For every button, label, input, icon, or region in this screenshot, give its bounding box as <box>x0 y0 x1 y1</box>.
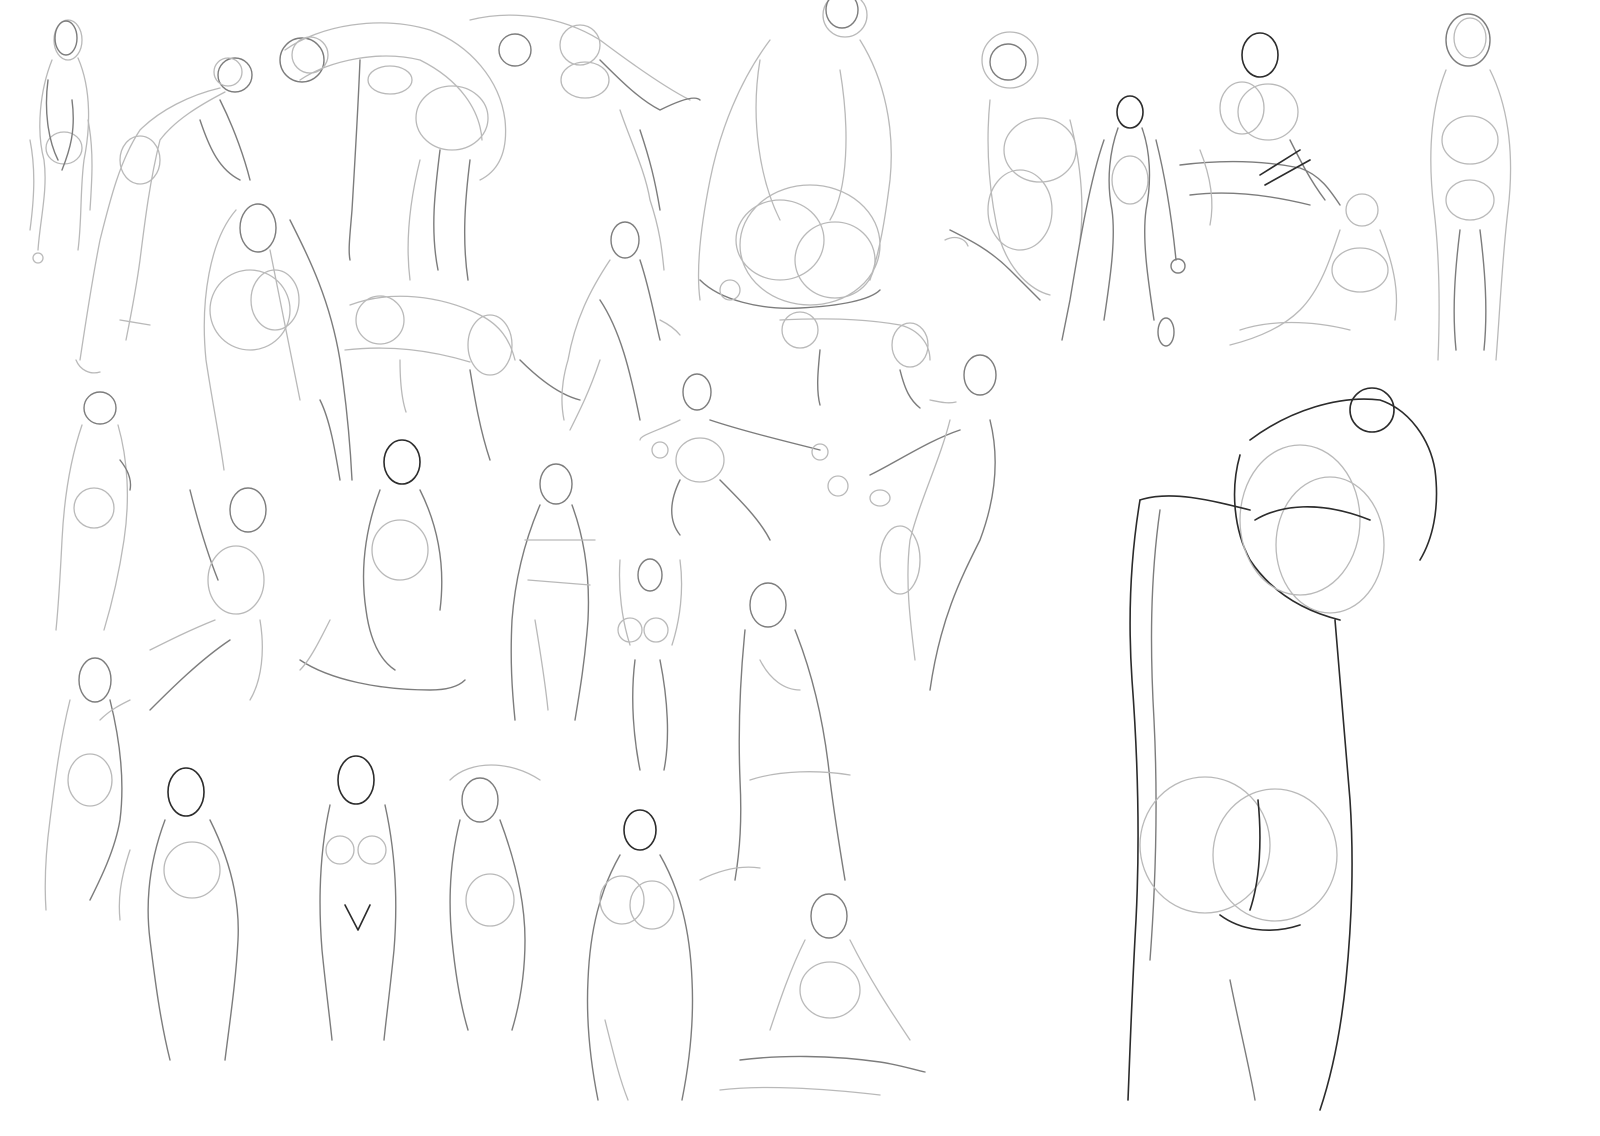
figure-crouching-side <box>944 31 1083 301</box>
figure-bending-arch <box>279 22 507 281</box>
figure-reclining <box>1229 193 1398 346</box>
figure-all-fours <box>344 295 581 461</box>
figure-all-fours-small <box>779 311 957 409</box>
figure-squatting-arms-out <box>639 373 829 541</box>
figure-kneeling <box>299 439 466 691</box>
figure-standing-front-outline <box>319 755 397 1041</box>
figure-standing-back <box>29 19 93 264</box>
figure-standing-hair-long <box>203 203 353 481</box>
sketch-canvas[interactable] <box>0 0 1600 1132</box>
figure-standing-front-thin <box>1061 95 1186 347</box>
figure-crouching-small <box>44 657 131 911</box>
figure-standing-front <box>1430 13 1512 361</box>
gesture-sketch-sheet <box>29 0 1512 1111</box>
figure-standing-back-small <box>55 391 132 631</box>
figure-crouching-cluster <box>1179 32 1341 226</box>
figure-walking-cloak <box>586 809 694 1101</box>
figure-seated-floor <box>719 893 926 1096</box>
figure-leaning-reach <box>827 354 997 691</box>
figure-bending-forward <box>75 57 253 374</box>
figure-arms-up <box>617 558 683 771</box>
figure-arms-overhead <box>449 764 541 1031</box>
figure-standing-robed <box>510 463 596 721</box>
figure-kneeling-back-large <box>697 0 892 309</box>
figure-twisting <box>118 767 239 1061</box>
figure-sitting-arm-raised <box>149 487 267 711</box>
figure-large-back-arm-overhead <box>1127 387 1438 1111</box>
figure-standing-draped <box>699 582 851 881</box>
